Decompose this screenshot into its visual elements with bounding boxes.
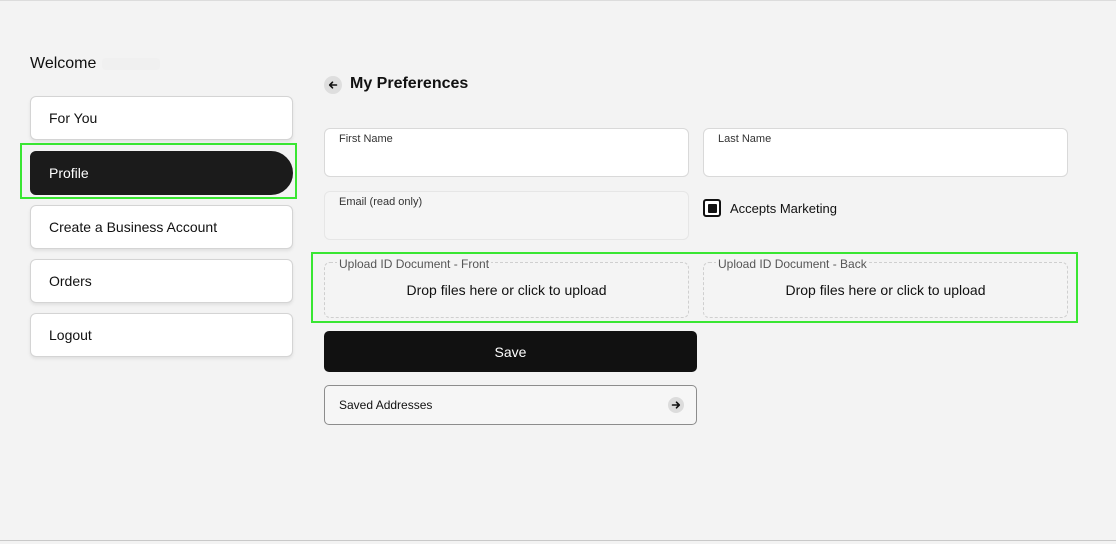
user-name-redacted [102,57,161,70]
last-name-field: Last Name [703,128,1068,177]
saved-addresses-label: Saved Addresses [339,398,433,412]
arrow-right-icon [668,397,684,413]
sidebar-item-label: Orders [49,273,92,289]
checkbox-checked-mark [707,203,717,213]
upload-id-back-text: Drop files here or click to upload [785,282,986,298]
sidebar-item-create-business-account[interactable]: Create a Business Account [30,205,293,249]
first-name-field: First Name [324,128,689,177]
page-title: My Preferences [350,75,469,92]
accepts-marketing-option[interactable]: Accepts Marketing [703,199,837,217]
first-name-label: First Name [339,133,393,145]
saved-addresses-button[interactable]: Saved Addresses [324,385,697,425]
window-top-border [0,0,1116,1]
save-button[interactable]: Save [324,331,697,372]
sidebar-item-profile[interactable]: Profile [30,151,293,195]
save-button-label: Save [494,343,527,360]
sidebar-item-label: For You [49,110,98,126]
sidebar-item-orders[interactable]: Orders [30,259,293,303]
upload-id-front-text: Drop files here or click to upload [406,282,607,298]
sidebar-item-logout[interactable]: Logout [30,313,293,357]
last-name-label: Last Name [718,133,772,145]
arrow-left-icon [328,81,338,89]
sidebar-item-label: Logout [49,327,92,343]
email-input [339,214,674,232]
upload-id-front-dropzone[interactable]: Upload ID Document - Front Drop files he… [324,257,689,318]
email-label: Email (read only) [339,196,423,208]
back-button[interactable] [324,76,342,94]
sidebar-item-for-you[interactable]: For You [30,96,293,140]
sidebar-item-label: Profile [49,165,89,181]
welcome-label: Welcome [30,55,97,72]
upload-id-back-dropzone[interactable]: Upload ID Document - Back Drop files her… [703,257,1068,318]
first-name-input[interactable] [339,151,674,169]
window-bottom-border [0,540,1116,541]
upload-id-front-label: Upload ID Document - Front [337,257,492,271]
sidebar-item-label: Create a Business Account [49,219,218,235]
upload-id-back-label: Upload ID Document - Back [716,257,869,271]
last-name-input[interactable] [718,151,1053,169]
accepts-marketing-label: Accepts Marketing [730,200,837,216]
email-field: Email (read only) [324,191,689,240]
accepts-marketing-checkbox[interactable] [703,199,721,217]
welcome-text: Welcome [30,55,161,73]
